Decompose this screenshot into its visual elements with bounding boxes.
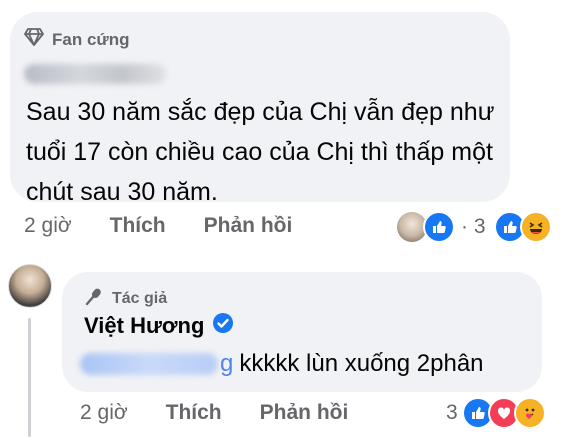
author-name[interactable]: Việt Hương bbox=[84, 312, 234, 340]
reply-text-line: g kkkkk lùn xuống 2phân bbox=[80, 350, 484, 378]
reply-button[interactable]: Phản hồi bbox=[260, 401, 349, 425]
comment-time[interactable]: 2 giờ bbox=[24, 214, 72, 238]
comment-bubble: Fan cứng Sau 30 năm sắc đẹp của Chị vẫn … bbox=[10, 12, 510, 206]
like-button[interactable]: Thích bbox=[166, 401, 222, 425]
reply-reaction-count: · 3 bbox=[461, 215, 486, 238]
haha-reaction-icon bbox=[519, 211, 552, 243]
reply-time[interactable]: 2 giờ bbox=[80, 401, 128, 425]
diamond-icon bbox=[24, 28, 44, 51]
reaction-count: 3 bbox=[446, 401, 458, 424]
comment-text: Sau 30 năm sắc đẹp của Chị vẫn đẹp như t… bbox=[26, 98, 495, 206]
like-reaction-icon bbox=[423, 211, 455, 243]
reply-reactors[interactable]: · 3 bbox=[397, 211, 552, 243]
thread-line bbox=[28, 318, 31, 437]
author-avatar[interactable] bbox=[8, 264, 52, 308]
reply-bubble: Tác giả Việt Hương g kkkkk lùn xuống 2ph… bbox=[62, 272, 542, 392]
fan-badge-label: Fan cứng bbox=[52, 29, 130, 49]
like-button[interactable]: Thích bbox=[110, 214, 166, 238]
mention-blurred[interactable] bbox=[80, 353, 218, 375]
author-name-text: Việt Hương bbox=[84, 313, 205, 338]
microphone-icon bbox=[84, 286, 104, 311]
reply-reaction-summary[interactable]: 3 bbox=[446, 397, 546, 429]
commenter-name-blurred[interactable] bbox=[24, 64, 166, 84]
mention-tail[interactable]: g bbox=[220, 350, 233, 378]
verified-icon bbox=[212, 312, 234, 340]
reply-text: kkkkk lùn xuống 2phân bbox=[239, 350, 484, 377]
author-badge: Tác giả bbox=[84, 286, 167, 311]
comment-actions: 2 giờ Thích Phản hồi bbox=[24, 214, 330, 238]
fan-badge: Fan cứng bbox=[24, 28, 129, 51]
reply-button[interactable]: Phản hồi bbox=[204, 214, 293, 238]
reply-actions: 2 giờ Thích Phản hồi bbox=[80, 401, 386, 425]
author-badge-label: Tác giả bbox=[112, 289, 168, 307]
care-reaction-icon bbox=[513, 397, 546, 429]
